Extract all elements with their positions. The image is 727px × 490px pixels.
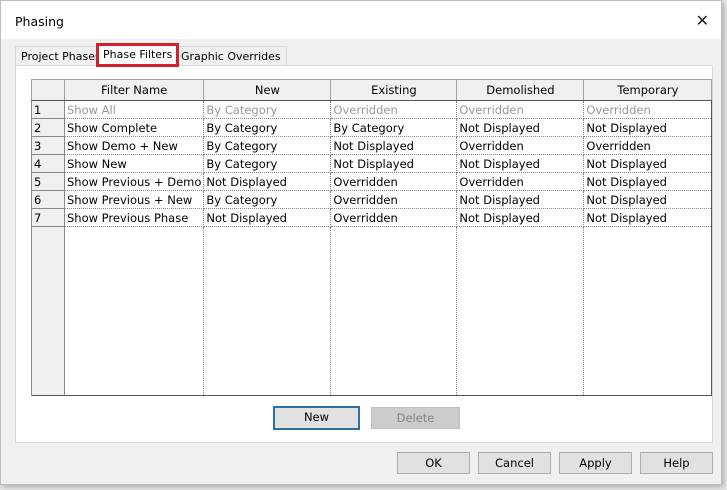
cell-filter-name[interactable]: Show Previous Phase <box>64 208 205 227</box>
empty-cell-existing <box>330 226 458 396</box>
cell-filter-name[interactable]: Show New <box>64 154 205 173</box>
cell-temporary[interactable]: Overridden <box>583 100 713 119</box>
empty-grid-area <box>31 226 713 396</box>
help-button[interactable]: Help <box>640 452 713 474</box>
tab-phase-filters[interactable]: Phase Filters <box>96 43 180 67</box>
empty-cell-filter-name <box>64 226 205 396</box>
apply-button[interactable]: Apply <box>559 452 632 474</box>
row-number[interactable]: 5 <box>31 172 65 191</box>
cell-existing[interactable]: Not Displayed <box>330 136 458 155</box>
column-header-new[interactable]: New <box>203 79 332 101</box>
row-header-empty <box>31 226 65 396</box>
empty-cell-temporary <box>583 226 713 396</box>
cell-existing[interactable]: By Category <box>330 118 458 137</box>
row-number[interactable]: 2 <box>31 118 65 137</box>
cell-new[interactable]: By Category <box>203 100 332 119</box>
column-header-demolished[interactable]: Demolished <box>456 79 585 101</box>
phasing-dialog: Phasing ✕ Project Phases Phase Filters G… <box>0 0 722 485</box>
ok-button[interactable]: OK <box>397 452 470 474</box>
title-bar: Phasing ✕ <box>1 1 721 39</box>
cell-existing[interactable]: Overridden <box>330 100 458 119</box>
corner-header <box>31 79 65 101</box>
cell-new[interactable]: By Category <box>203 136 332 155</box>
cell-temporary[interactable]: Not Displayed <box>583 190 713 209</box>
cell-existing[interactable]: Not Displayed <box>330 154 458 173</box>
cell-filter-name[interactable]: Show Demo + New <box>64 136 205 155</box>
row-number[interactable]: 7 <box>31 208 65 227</box>
cell-temporary[interactable]: Not Displayed <box>583 208 713 227</box>
cell-demolished[interactable]: Not Displayed <box>456 208 585 227</box>
table-row[interactable]: 7 Show Previous Phase Not Displayed Overrid… <box>31 208 713 227</box>
cell-demolished[interactable]: Not Displayed <box>456 118 585 137</box>
table-row[interactable]: 5 Show Previous + Demo Not Displayed Overri… <box>31 172 713 191</box>
cell-new[interactable]: By Category <box>203 118 332 137</box>
table-row[interactable]: 1 Show All By Category Overridden Overridden… <box>31 100 713 119</box>
tab-graphic-overrides[interactable]: Graphic Overrides <box>175 46 287 66</box>
column-header-filter-name[interactable]: Filter Name <box>63 79 205 101</box>
cell-demolished[interactable]: Overridden <box>456 136 585 155</box>
table-row[interactable]: 6 Show Previous + New By Category Overridde… <box>31 190 713 209</box>
delete-button[interactable]: Delete <box>371 407 460 429</box>
cancel-button[interactable]: Cancel <box>478 452 551 474</box>
cell-filter-name[interactable]: Show Previous + Demo <box>64 172 205 191</box>
table-row[interactable]: 4 Show New By Category Not Displayed Not Dis… <box>31 154 713 173</box>
tab-project-phases[interactable]: Project Phases <box>15 46 107 66</box>
empty-cell-demolished <box>456 226 585 396</box>
cell-new[interactable]: By Category <box>203 154 332 173</box>
cell-new[interactable]: By Category <box>203 190 332 209</box>
cell-temporary[interactable]: Overridden <box>583 136 713 155</box>
cell-new[interactable]: Not Displayed <box>203 208 332 227</box>
row-number[interactable]: 3 <box>31 136 65 155</box>
empty-cell-new <box>203 226 332 396</box>
row-number[interactable]: 6 <box>31 190 65 209</box>
cell-temporary[interactable]: Not Displayed <box>583 118 713 137</box>
cell-existing[interactable]: Overridden <box>330 190 458 209</box>
cell-temporary[interactable]: Not Displayed <box>583 154 713 173</box>
row-number[interactable]: 4 <box>31 154 65 173</box>
cell-filter-name[interactable]: Show Complete <box>64 118 205 137</box>
close-icon[interactable]: ✕ <box>696 11 709 30</box>
cell-temporary[interactable]: Not Displayed <box>583 172 713 191</box>
phase-filters-grid: Filter Name New Existing Demolished Temp… <box>31 79 713 396</box>
cell-demolished[interactable]: Not Displayed <box>456 190 585 209</box>
cell-demolished[interactable]: Overridden <box>456 172 585 191</box>
cell-existing[interactable]: Overridden <box>330 208 458 227</box>
column-header-temporary[interactable]: Temporary <box>583 79 713 101</box>
cell-filter-name[interactable]: Show All <box>64 100 205 119</box>
dialog-title: Phasing <box>15 14 64 29</box>
new-button[interactable]: New <box>273 406 360 430</box>
cell-new[interactable]: Not Displayed <box>203 172 332 191</box>
cell-existing[interactable]: Overridden <box>330 172 458 191</box>
column-header-existing[interactable]: Existing <box>330 79 458 101</box>
table-row[interactable]: 3 Show Demo + New By Category Not Displayed… <box>31 136 713 155</box>
cell-demolished[interactable]: Not Displayed <box>456 154 585 173</box>
table-row[interactable]: 2 Show Complete By Category By Category Not … <box>31 118 713 137</box>
row-number[interactable]: 1 <box>31 100 65 119</box>
cell-filter-name[interactable]: Show Previous + New <box>64 190 205 209</box>
cell-demolished[interactable]: Overridden <box>456 100 585 119</box>
